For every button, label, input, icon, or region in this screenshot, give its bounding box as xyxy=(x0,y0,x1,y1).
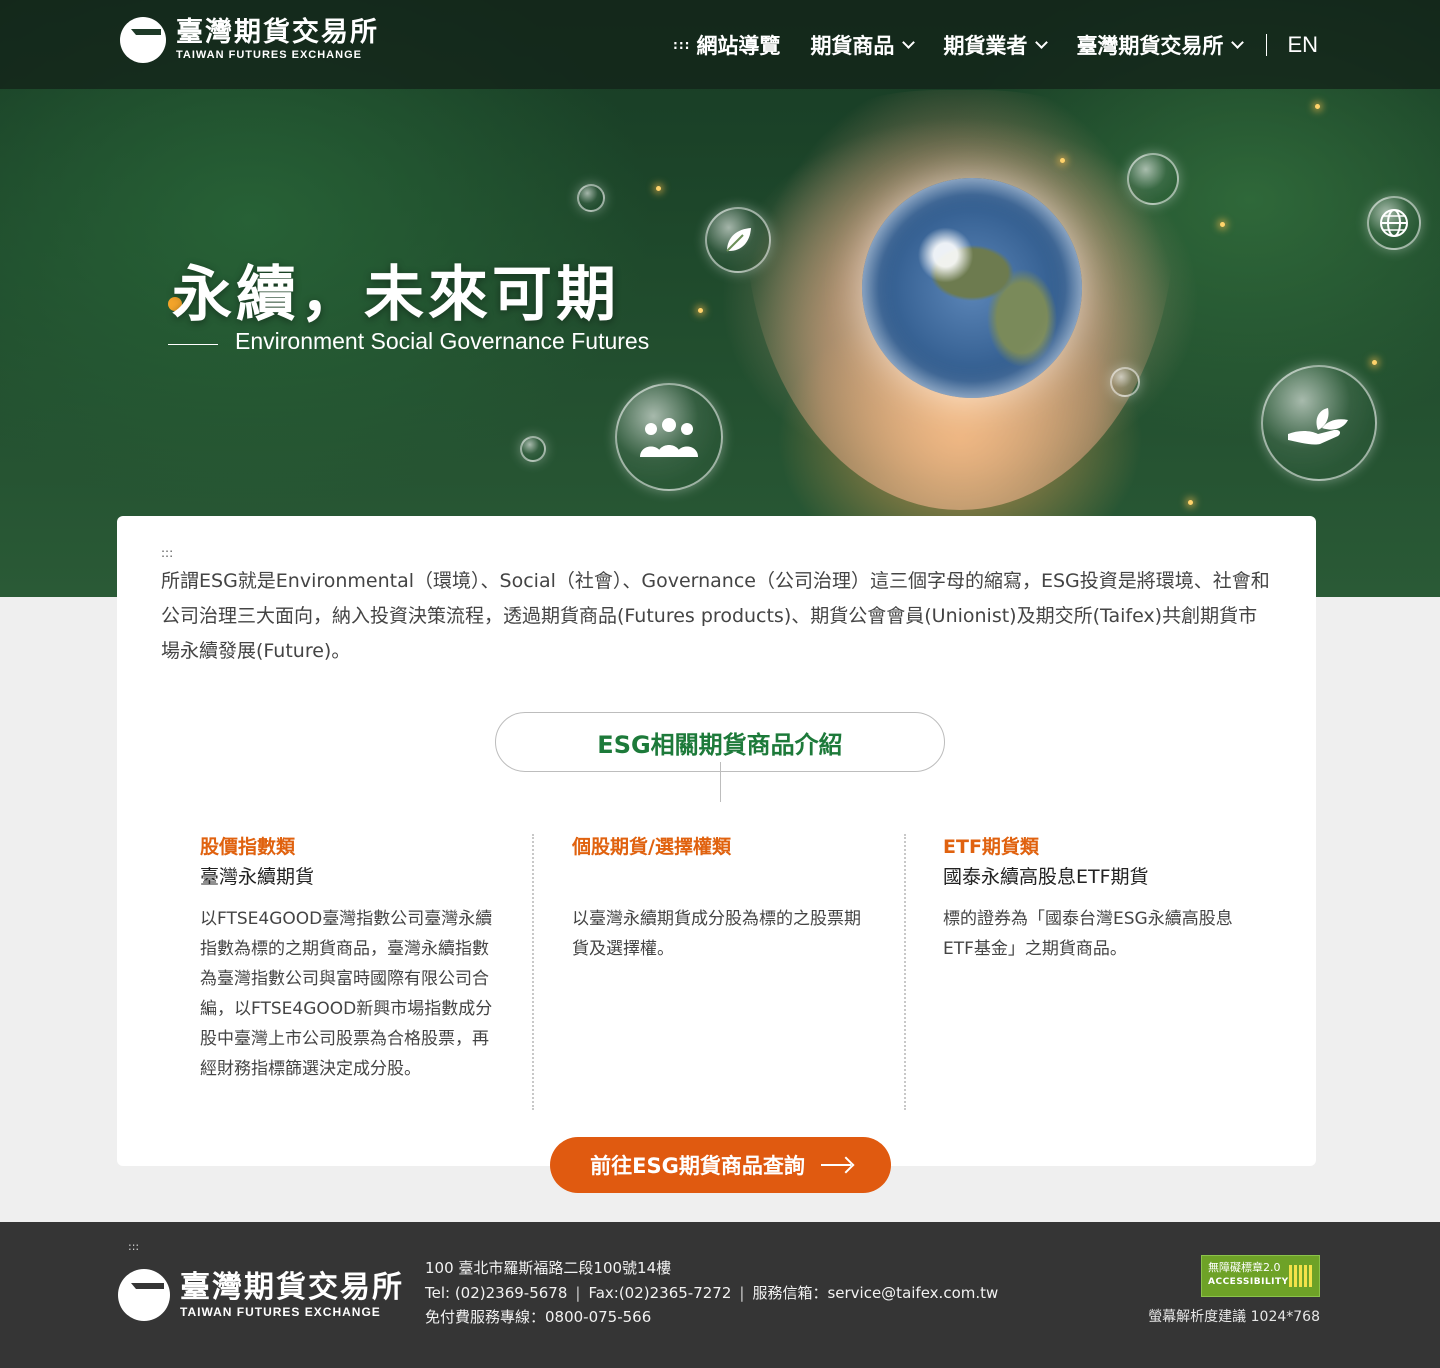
footer-logo[interactable]: 臺灣期貨交易所 TAIWAN FUTURES EXCHANGE xyxy=(118,1269,404,1321)
product-description: 標的證券為「國泰台灣ESG永續高股息ETF基金」之期貨商品。 xyxy=(943,909,1233,959)
people-icon xyxy=(640,418,698,457)
earth-globe-image xyxy=(862,178,1082,398)
footer-hotline: 免付費服務專線：0800-075-566 xyxy=(425,1308,652,1326)
nav-label: 臺灣期貨交易所 xyxy=(1076,34,1224,58)
hand-plant-bubble xyxy=(1261,365,1377,481)
nav-label: 期貨業者 xyxy=(943,34,1028,58)
logo-english: TAIWAN FUTURES EXCHANGE xyxy=(176,49,362,61)
product-name: 國泰永續高股息ETF期貨 xyxy=(943,866,1149,888)
product-column-index: 股價指數類 臺灣永續期貨 以FTSE4GOOD臺灣指數公司臺灣永續指數為標的之期… xyxy=(200,832,500,1084)
access-key[interactable]: ::: xyxy=(161,546,173,560)
hero-title: 永續，未來可期 xyxy=(172,260,620,330)
hero-banner: 永續，未來可期 Environment Social Governance Fu… xyxy=(0,0,1440,597)
nav-label: 網站導覽 xyxy=(696,34,781,58)
product-name: 臺灣永續期貨 xyxy=(200,866,315,888)
globe-icon xyxy=(1380,209,1408,237)
product-name xyxy=(572,862,872,892)
sparkle xyxy=(1188,500,1193,505)
esg-intro-card: ::: 所謂ESG就是Environmental（環境）、Social（社會）、… xyxy=(117,516,1316,1166)
nav-futures-firms[interactable]: 期貨業者 xyxy=(943,30,1049,60)
footer-email[interactable]: 服務信箱：service@taifex.com.tw xyxy=(752,1284,998,1302)
logo-mark-icon xyxy=(120,17,166,63)
nav-sitemap[interactable]: ::: 網站導覽 xyxy=(673,30,780,60)
site-header: 臺灣期貨交易所 TAIWAN FUTURES EXCHANGE ::: 網站導覽… xyxy=(0,0,1440,89)
sparkle xyxy=(1372,360,1377,365)
logo-chinese: 臺灣期貨交易所 xyxy=(176,17,379,48)
main-nav: ::: 網站導覽 期貨商品 期貨業者 臺灣期貨交易所 EN xyxy=(673,30,1318,60)
product-category: 股價指數類 xyxy=(200,836,296,858)
bubble xyxy=(1127,153,1179,205)
footer-fax: Fax:(02)2365-7272 xyxy=(588,1283,732,1302)
resolution-note: 螢幕解析度建議 1024*768 xyxy=(1148,1309,1320,1325)
leaf-icon xyxy=(726,228,751,252)
hero-subtitle: Environment Social Governance Futures xyxy=(235,328,650,354)
sparkle xyxy=(1220,222,1225,227)
column-divider xyxy=(904,834,906,1110)
product-description: 以臺灣永續期貨成分股為標的之股票期貨及選擇權。 xyxy=(572,909,861,959)
sparkle xyxy=(1060,158,1065,163)
bubble xyxy=(1110,367,1140,397)
product-column-etf: ETF期貨類 國泰永續高股息ETF期貨 標的證券為「國泰台灣ESG永續高股息ET… xyxy=(943,832,1243,964)
leaf-bubble xyxy=(705,207,771,273)
product-column-stock: 個股期貨/選擇權類 以臺灣永續期貨成分股為標的之股票期貨及選擇權。 xyxy=(572,832,872,964)
chevron-down-icon xyxy=(1231,35,1245,49)
cta-label: 前往ESG期貨商品查詢 xyxy=(590,1154,805,1178)
accessibility-badge[interactable]: 無障礙標章2.0 ACCESSIBILITY xyxy=(1201,1255,1320,1297)
sparkle xyxy=(656,186,661,191)
logo-text: 臺灣期貨交易所 TAIWAN FUTURES EXCHANGE xyxy=(176,18,379,62)
separator: | xyxy=(739,1283,745,1302)
site-footer: ::: 臺灣期貨交易所 TAIWAN FUTURES EXCHANGE 100 … xyxy=(0,1222,1440,1368)
site-logo[interactable]: 臺灣期貨交易所 TAIWAN FUTURES EXCHANGE xyxy=(120,17,379,63)
logo-chinese: 臺灣期貨交易所 xyxy=(180,1270,404,1305)
column-divider xyxy=(532,834,534,1110)
hand-plant-icon xyxy=(1288,408,1348,445)
sparkle xyxy=(1315,104,1320,109)
separator: | xyxy=(575,1283,581,1302)
globe-bubble xyxy=(1367,196,1421,250)
footer-address: 100 臺北市羅斯福路二段100號14樓 xyxy=(425,1259,672,1277)
access-key[interactable]: ::: xyxy=(673,38,690,52)
nav-label: 期貨商品 xyxy=(810,34,895,58)
arrow-right-icon xyxy=(820,1164,851,1166)
badge-grid-icon xyxy=(1289,1265,1313,1287)
logo-english: TAIWAN FUTURES EXCHANGE xyxy=(180,1305,381,1319)
chevron-down-icon xyxy=(1035,35,1049,49)
contact-info: 100 臺北市羅斯福路二段100號14樓 Tel: (02)2369-5678 |… xyxy=(425,1256,998,1330)
logo-text: 臺灣期貨交易所 TAIWAN FUTURES EXCHANGE xyxy=(180,1270,404,1320)
nav-futures-products[interactable]: 期貨商品 xyxy=(810,30,916,60)
hero-divider xyxy=(168,344,218,345)
product-category: ETF期貨類 xyxy=(943,836,1039,858)
sparkle xyxy=(698,308,703,313)
product-category: 個股期貨/選擇權類 xyxy=(572,836,731,858)
people-bubble xyxy=(615,383,723,491)
logo-mark-icon xyxy=(118,1269,170,1321)
esg-products-query-button[interactable]: 前往ESG期貨商品查詢 xyxy=(550,1137,891,1193)
product-description: 以FTSE4GOOD臺灣指數公司臺灣永續指數為標的之期貨商品，臺灣永續指數為臺灣… xyxy=(200,909,493,1079)
footer-tel: Tel: (02)2369-5678 xyxy=(425,1283,568,1302)
access-key[interactable]: ::: xyxy=(128,1240,139,1253)
nav-taifex[interactable]: 臺灣期貨交易所 xyxy=(1076,30,1245,60)
esg-intro-text: 所謂ESG就是Environmental（環境）、Social（社會）、Gove… xyxy=(161,570,1270,662)
section-connector xyxy=(720,762,721,802)
language-switch-en[interactable]: EN xyxy=(1287,32,1318,58)
chevron-down-icon xyxy=(902,35,916,49)
footer-phone-line: Tel: (02)2369-5678 | Fax:(02)2365-7272 | 服務信… xyxy=(425,1281,998,1306)
bubble xyxy=(520,436,546,462)
bubble xyxy=(577,184,605,212)
nav-divider xyxy=(1266,34,1268,56)
